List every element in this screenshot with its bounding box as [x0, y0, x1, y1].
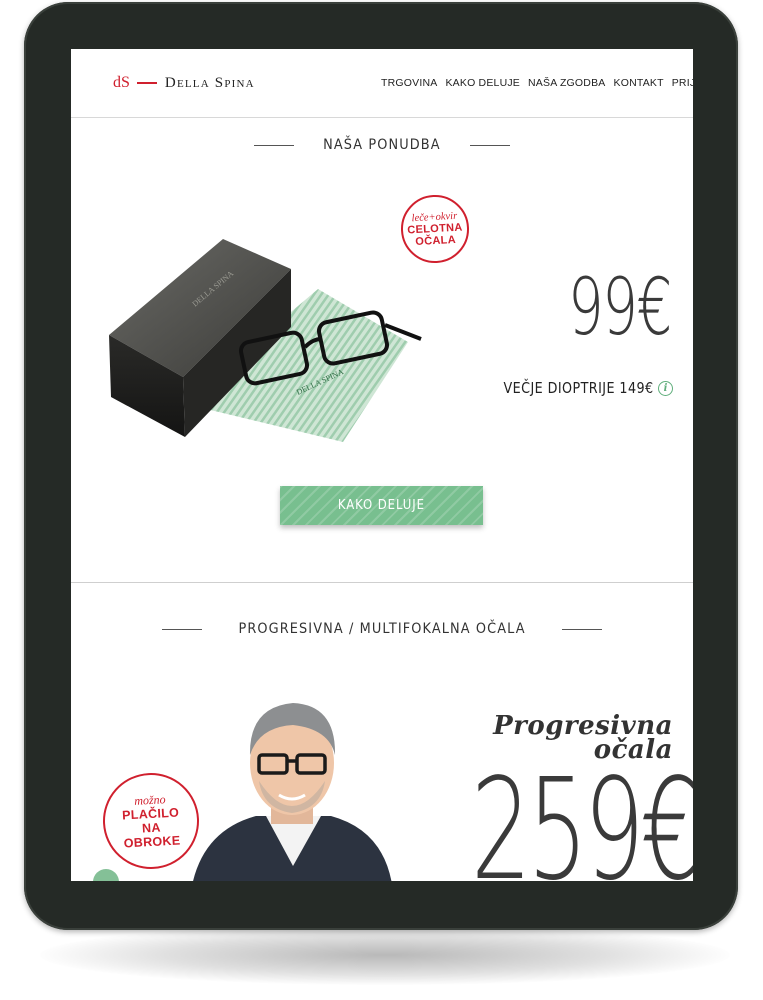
- heading-rule-right: [469, 144, 510, 146]
- progressive-heading-text: PROGRESIVNA / MULTIFOKALNA OČALA: [238, 621, 526, 637]
- glasses-product-image: DELLA SPINA DELLA SPINA: [109, 239, 422, 442]
- site-header: dS Della Spina TRGOVINA KAKO DELUJE NAŠA…: [71, 49, 693, 118]
- logo-mark: dS: [113, 74, 130, 91]
- device-shadow: [40, 925, 730, 985]
- logo-dash: [136, 82, 157, 84]
- badge-big-text: CELOTNA OČALA: [407, 221, 463, 248]
- chat-bubble[interactable]: [93, 869, 119, 881]
- how-it-works-label: KAKO DELUJE: [337, 498, 426, 513]
- section-divider: [71, 582, 693, 583]
- info-icon[interactable]: i: [658, 380, 673, 396]
- nav-item-nasa-zgodba[interactable]: NAŠA ZGODBA: [528, 77, 605, 89]
- badge-big-text: PLAČILO NA OBROKE: [121, 805, 181, 850]
- nav-item-prijava[interactable]: PRIJAVA: [672, 77, 693, 89]
- higher-diopter-price: VEČJE DIOPTRIJE 149€ i: [477, 379, 673, 397]
- heading-rule-left: [161, 628, 202, 630]
- main-nav: TRGOVINA KAKO DELUJE NAŠA ZGODBA KONTAKT…: [381, 77, 693, 89]
- nav-item-kako-deluje[interactable]: KAKO DELUJE: [445, 77, 520, 89]
- heading-rule-right: [562, 628, 603, 630]
- heading-rule-left: [254, 144, 295, 146]
- higher-diopter-text: VEČJE DIOPTRIJE 149€: [503, 379, 654, 397]
- progressive-price: 259€: [471, 749, 693, 882]
- progressive-heading: PROGRESIVNA / MULTIFOKALNA OČALA: [71, 621, 693, 637]
- tablet-screen: dS Della Spina TRGOVINA KAKO DELUJE NAŠA…: [71, 49, 693, 881]
- nav-item-kontakt[interactable]: KONTAKT: [614, 77, 664, 89]
- della-spina-logo[interactable]: dS Della Spina: [113, 74, 255, 92]
- nav-item-trgovina[interactable]: TRGOVINA: [381, 77, 437, 89]
- offer-heading: NAŠA PONUDBA: [71, 137, 693, 153]
- logo-text: Della Spina: [164, 74, 255, 91]
- offer-price: 99€: [568, 263, 672, 353]
- offer-heading-text: NAŠA PONUDBA: [323, 137, 441, 153]
- how-it-works-button[interactable]: KAKO DELUJE: [280, 486, 483, 525]
